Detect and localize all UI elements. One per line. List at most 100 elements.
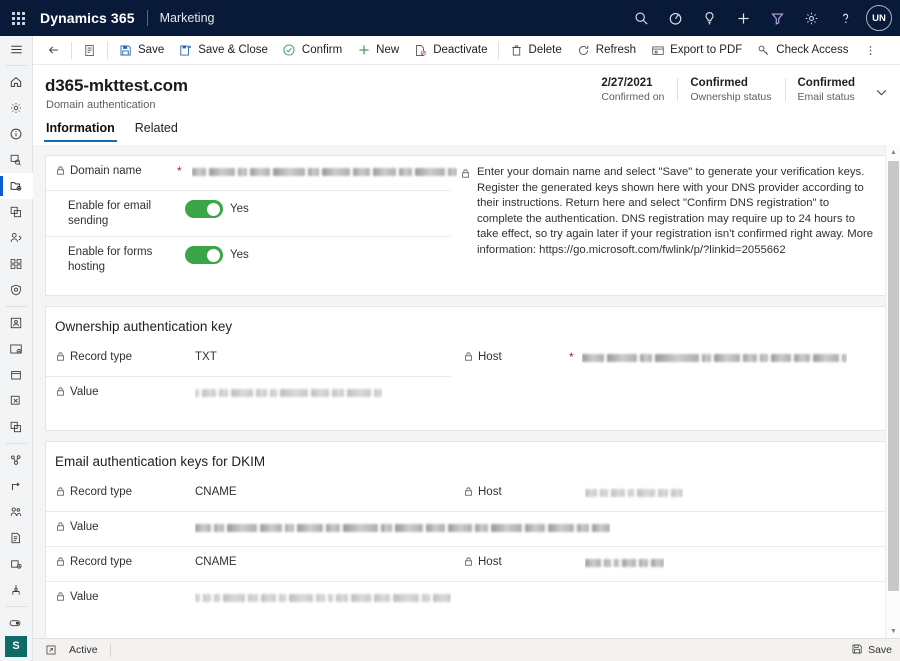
sidebar-item-landing-pages[interactable] bbox=[0, 362, 33, 388]
chevron-down-icon[interactable] bbox=[868, 77, 894, 107]
dkim-host-value-2[interactable] bbox=[585, 555, 664, 569]
tab-related[interactable]: Related bbox=[133, 117, 180, 142]
sidebar-item-records-search[interactable] bbox=[0, 147, 33, 173]
expand-icon[interactable] bbox=[41, 644, 61, 656]
filter-icon[interactable] bbox=[760, 0, 794, 36]
redacted-value bbox=[195, 521, 610, 534]
vertical-scrollbar[interactable]: ▲ ▼ bbox=[885, 145, 900, 638]
deactivate-button[interactable]: Deactivate bbox=[406, 36, 494, 65]
sidebar-item-copies[interactable] bbox=[0, 199, 33, 225]
domain-card-right-column: Enter your domain name and select "Save"… bbox=[451, 156, 887, 282]
app-launcher-button[interactable] bbox=[0, 0, 36, 36]
sidebar-item-segments[interactable] bbox=[0, 251, 33, 277]
sidebar-item-domain-authentications[interactable] bbox=[0, 173, 33, 199]
form-canvas: Domain name * Enable for email sending bbox=[33, 145, 900, 638]
check-access-button[interactable]: Check Access bbox=[749, 36, 855, 65]
dkim-value-1[interactable] bbox=[195, 520, 610, 534]
lightbulb-icon[interactable] bbox=[692, 0, 726, 36]
ownership-card-title: Ownership authentication key bbox=[46, 307, 887, 342]
scrollbar-thumb[interactable] bbox=[888, 161, 899, 591]
record-type-value[interactable]: TXT bbox=[195, 350, 217, 363]
domain-name-value[interactable] bbox=[192, 164, 457, 178]
sidebar-item-settings[interactable] bbox=[0, 95, 33, 121]
scroll-up-arrow-icon[interactable]: ▲ bbox=[886, 145, 900, 159]
field-row-record-type: Record type TXT bbox=[46, 342, 451, 377]
enable-forms-hosting-toggle[interactable] bbox=[185, 246, 223, 264]
dkim-card-title: Email authentication keys for DKIM bbox=[46, 442, 887, 477]
host-label: Host bbox=[478, 485, 502, 500]
help-icon[interactable] bbox=[828, 0, 862, 36]
export-to-pdf-button[interactable]: Export to PDF bbox=[643, 36, 749, 65]
delete-button[interactable]: Delete bbox=[502, 36, 569, 65]
new-button[interactable]: New bbox=[349, 36, 406, 65]
sidebar-item-home[interactable] bbox=[0, 69, 33, 95]
sidebar-item-reports[interactable] bbox=[0, 525, 33, 551]
sidebar-item-marketing-forms[interactable] bbox=[0, 336, 33, 362]
lock-icon bbox=[55, 386, 66, 402]
field-row-record-type: Record type CNAME bbox=[46, 547, 451, 582]
host-label-wrap: Host bbox=[463, 555, 567, 572]
status-save-button[interactable]: Save bbox=[851, 643, 892, 658]
sidebar-item-data-settings[interactable] bbox=[0, 551, 33, 577]
save-and-close-button[interactable]: Save & Close bbox=[171, 36, 275, 65]
user-avatar[interactable]: UN bbox=[866, 5, 892, 31]
sidebar-item-duplicate[interactable] bbox=[0, 414, 33, 440]
dkim-value-2[interactable] bbox=[195, 590, 451, 604]
rail-user-avatar[interactable]: S bbox=[5, 636, 27, 657]
record-header: d365-mkttest.com Domain authentication I… bbox=[33, 65, 900, 145]
rail-divider-2 bbox=[6, 306, 27, 307]
assistant-icon[interactable] bbox=[658, 0, 692, 36]
confirm-button[interactable]: Confirm bbox=[275, 36, 349, 65]
command-divider-2 bbox=[107, 42, 108, 59]
stat-email-status: Confirmed Email status bbox=[785, 77, 869, 103]
back-button[interactable] bbox=[39, 36, 68, 65]
form-selector-button[interactable] bbox=[75, 36, 104, 65]
sidebar-item-contacts[interactable] bbox=[0, 225, 33, 251]
more-vertical-icon bbox=[863, 43, 878, 58]
value-label-wrap: Value bbox=[55, 520, 175, 537]
export-to-pdf-label: Export to PDF bbox=[670, 44, 742, 56]
field-row-host: Host * bbox=[451, 342, 887, 377]
brand-title[interactable]: Dynamics 365 bbox=[40, 10, 135, 26]
stat-label: Email status bbox=[798, 91, 856, 103]
ownership-value-field[interactable] bbox=[195, 385, 382, 399]
field-row-host: Host bbox=[451, 547, 887, 582]
app-name-label[interactable]: Marketing bbox=[160, 11, 215, 25]
sitemap-toggle-button[interactable] bbox=[0, 36, 33, 62]
sidebar-item-customer-journeys[interactable] bbox=[0, 447, 33, 473]
plus-icon[interactable] bbox=[726, 0, 760, 36]
sidebar-item-info[interactable] bbox=[0, 121, 33, 147]
sidebar-item-journey-flow[interactable] bbox=[0, 473, 33, 499]
lock-icon bbox=[463, 351, 474, 367]
tab-information[interactable]: Information bbox=[44, 117, 117, 142]
lock-icon bbox=[55, 165, 66, 181]
save-button[interactable]: Save bbox=[111, 36, 171, 65]
record-type-value[interactable]: CNAME bbox=[195, 555, 237, 568]
field-row-host: Host bbox=[451, 477, 887, 512]
field-row-domain-name: Domain name * bbox=[46, 156, 451, 191]
sidebar-item-marketing-pages[interactable] bbox=[0, 310, 33, 336]
record-type-value[interactable]: CNAME bbox=[195, 485, 237, 498]
sidebar-item-toggle-view[interactable] bbox=[0, 610, 33, 636]
sidebar-item-integrations[interactable] bbox=[0, 577, 33, 603]
host-label-wrap: Host bbox=[463, 350, 567, 367]
lock-icon bbox=[463, 486, 474, 502]
sidebar-item-leads[interactable] bbox=[0, 499, 33, 525]
scroll-down-arrow-icon[interactable]: ▼ bbox=[886, 624, 900, 638]
field-row-value: Value bbox=[46, 377, 451, 412]
sidebar-item-templates[interactable] bbox=[0, 388, 33, 414]
ownership-host-value[interactable] bbox=[582, 350, 847, 364]
command-divider-3 bbox=[498, 42, 499, 59]
rail-divider bbox=[6, 65, 27, 66]
save-icon bbox=[851, 643, 863, 658]
enable-forms-hosting-label: Enable for forms hosting bbox=[68, 245, 175, 275]
enable-email-sending-toggle[interactable] bbox=[185, 200, 223, 218]
sidebar-item-compliance[interactable] bbox=[0, 277, 33, 303]
refresh-button[interactable]: Refresh bbox=[569, 36, 643, 65]
overflow-menu-button[interactable] bbox=[856, 36, 885, 65]
dkim-host-value-1[interactable] bbox=[585, 485, 683, 499]
search-icon[interactable] bbox=[624, 0, 658, 36]
gear-icon[interactable] bbox=[794, 0, 828, 36]
stat-value: Confirmed bbox=[690, 77, 771, 89]
lock-icon bbox=[55, 351, 66, 367]
